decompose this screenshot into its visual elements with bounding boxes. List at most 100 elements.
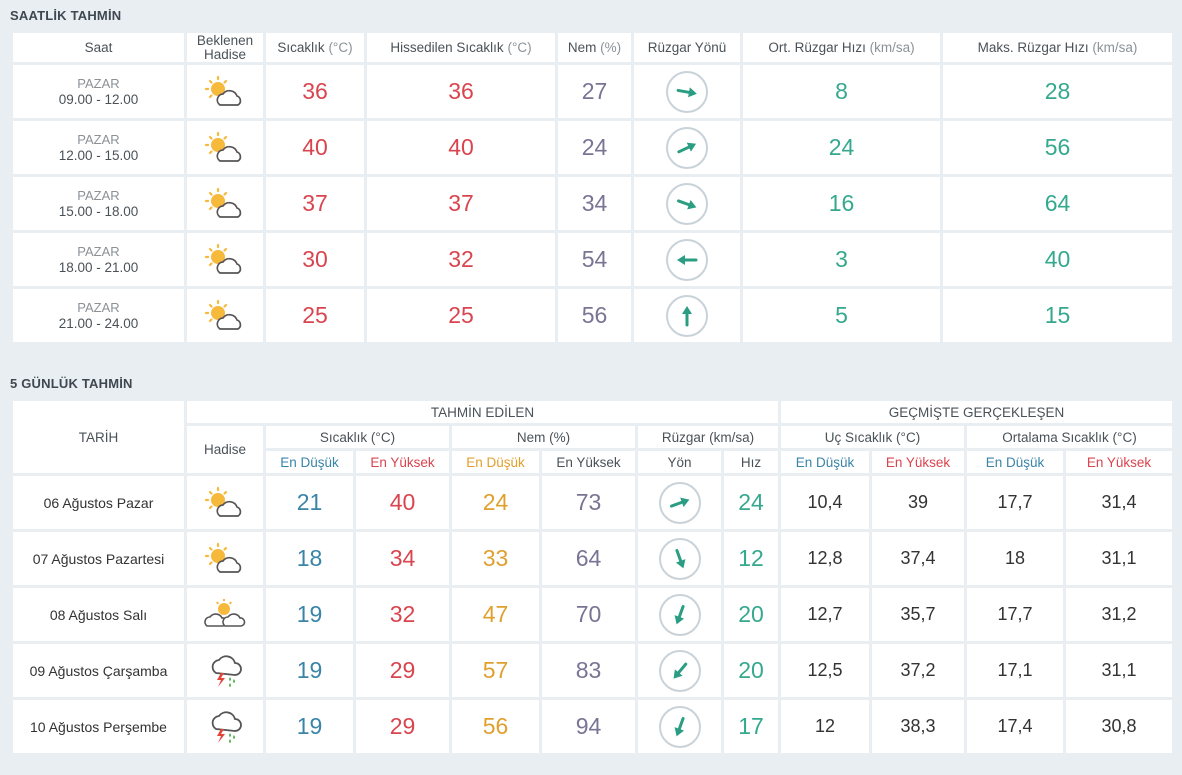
wind-direction-icon bbox=[666, 294, 708, 337]
header-nem-label: Nem bbox=[567, 40, 597, 55]
header-nem: Nem (%) bbox=[452, 426, 635, 448]
extreme-high-value: 37,2 bbox=[872, 644, 964, 697]
daily-forecast-table: TARİH TAHMİN EDİLEN GEÇMİŞTE GERÇEKLEŞEN… bbox=[10, 398, 1175, 756]
temperature-value: 37 bbox=[266, 177, 364, 230]
wind-speed-value: 17 bbox=[724, 700, 778, 753]
humidity-value: 24 bbox=[558, 121, 631, 174]
date-label: 06 Ağustos Pazar bbox=[13, 476, 184, 529]
feels-like-value: 36 bbox=[367, 65, 555, 118]
wind-speed-value: 12 bbox=[724, 532, 778, 585]
header-gecmiste-gerceklesen: GEÇMİŞTE GERÇEKLEŞEN bbox=[781, 401, 1172, 423]
slot-cell: PAZAR 21.00 - 24.00 bbox=[13, 289, 184, 342]
partly-sunny-icon bbox=[187, 243, 263, 277]
header-ruzgar-yonu: Rüzgar Yönü bbox=[634, 33, 740, 62]
header-hiz: Hız bbox=[724, 451, 778, 473]
humidity-high-value: 83 bbox=[542, 644, 635, 697]
wind-direction-icon bbox=[666, 70, 708, 113]
extreme-high-value: 35,7 bbox=[872, 588, 964, 641]
humidity-high-value: 64 bbox=[542, 532, 635, 585]
header-sicaklik-label: Sıcaklık bbox=[277, 40, 325, 55]
weather-icon-cell bbox=[187, 588, 263, 641]
header-ort-ruzgar-label: Ort. Rüzgar Hızı bbox=[768, 40, 866, 55]
wind-speed-value: 24 bbox=[724, 476, 778, 529]
temp-high-value: 29 bbox=[356, 644, 449, 697]
wind-direction-icon bbox=[658, 593, 701, 636]
hourly-forecast-table: Saat Beklenen Hadise Sıcaklık (°C) Hisse… bbox=[10, 30, 1175, 345]
slot-time: 12.00 - 15.00 bbox=[58, 148, 139, 163]
weather-icon-cell bbox=[187, 532, 263, 585]
slot-cell: PAZAR 12.00 - 15.00 bbox=[13, 121, 184, 174]
average-high-value: 31,2 bbox=[1066, 588, 1172, 641]
daily-row: 08 Ağustos Salı 19 32 47 70 20 12,7 35,7 17,7 31,… bbox=[13, 588, 1172, 641]
feels-like-value: 37 bbox=[367, 177, 555, 230]
average-low-value: 17,7 bbox=[967, 476, 1063, 529]
hourly-row: PAZAR 12.00 - 15.00 40 40 24 24 56 bbox=[13, 121, 1172, 174]
partly-sunny-icon bbox=[187, 299, 263, 333]
slot-day: PAZAR bbox=[77, 132, 120, 147]
weather-icon-cell bbox=[187, 65, 263, 118]
daily-header-row-2: Hadise Sıcaklık (°C) Nem (%) Rüzgar (km/… bbox=[13, 426, 1172, 473]
hourly-header-row: Saat Beklenen Hadise Sıcaklık (°C) Hisse… bbox=[13, 33, 1172, 62]
header-beklenen-hadise: Beklenen Hadise bbox=[187, 33, 263, 62]
header-temp-low: En Düşük bbox=[266, 451, 353, 473]
header-saat: Saat bbox=[13, 33, 184, 62]
temperature-value: 40 bbox=[266, 121, 364, 174]
wind-direction-icon bbox=[658, 649, 701, 692]
wind-speed-value: 20 bbox=[724, 644, 778, 697]
header-nem: Nem (%) bbox=[558, 33, 631, 62]
date-label: 08 Ağustos Salı bbox=[13, 588, 184, 641]
wind-direction-cell bbox=[638, 644, 721, 697]
average-low-value: 17,7 bbox=[967, 588, 1063, 641]
avg-wind-value: 5 bbox=[743, 289, 940, 342]
daily-section-title: 5 GÜNLÜK TAHMİN bbox=[10, 376, 133, 391]
wind-direction-cell bbox=[638, 476, 721, 529]
avg-wind-value: 24 bbox=[743, 121, 940, 174]
wind-direction-cell bbox=[634, 289, 740, 342]
header-maks-ruzgar: Maks. Rüzgar Hızı (km/sa) bbox=[943, 33, 1172, 62]
slot-cell: PAZAR 15.00 - 18.00 bbox=[13, 177, 184, 230]
daily-row: 09 Ağustos Çarşamba 19 29 57 83 20 12,5 37,2 17,… bbox=[13, 644, 1172, 697]
weather-icon-cell bbox=[187, 121, 263, 174]
daily-row: 07 Ağustos Pazartesi 18 34 33 64 12 12,8 37,4 18… bbox=[13, 532, 1172, 585]
slot-time: 09.00 - 12.00 bbox=[58, 92, 139, 107]
header-hum-low: En Düşük bbox=[452, 451, 539, 473]
header-sicaklik-unit: (°C) bbox=[328, 40, 353, 55]
max-wind-value: 56 bbox=[943, 121, 1172, 174]
average-high-value: 31,1 bbox=[1066, 532, 1172, 585]
max-wind-value: 40 bbox=[943, 233, 1172, 286]
max-wind-value: 64 bbox=[943, 177, 1172, 230]
wind-direction-icon bbox=[666, 182, 708, 225]
daily-header-row-1: TARİH TAHMİN EDİLEN GEÇMİŞTE GERÇEKLEŞEN bbox=[13, 401, 1172, 473]
wind-direction-cell bbox=[634, 177, 740, 230]
average-low-value: 17,1 bbox=[967, 644, 1063, 697]
humidity-value: 56 bbox=[558, 289, 631, 342]
date-label: 10 Ağustos Perşembe bbox=[13, 700, 184, 753]
header-nem-unit: (%) bbox=[600, 40, 622, 55]
feels-like-value: 32 bbox=[367, 233, 555, 286]
average-low-value: 17,4 bbox=[967, 700, 1063, 753]
header-tahmin-edilen: TAHMİN EDİLEN bbox=[187, 401, 778, 423]
humidity-value: 27 bbox=[558, 65, 631, 118]
header-hum-high: En Yüksek bbox=[542, 451, 635, 473]
extreme-high-value: 37,4 bbox=[872, 532, 964, 585]
slot-day: PAZAR bbox=[77, 188, 120, 203]
wind-direction-cell bbox=[638, 588, 721, 641]
avg-wind-value: 3 bbox=[743, 233, 940, 286]
wind-direction-cell bbox=[634, 121, 740, 174]
wind-direction-icon bbox=[658, 537, 701, 580]
extreme-low-value: 10,4 bbox=[781, 476, 869, 529]
header-hissedilen: Hissedilen Sıcaklık (°C) bbox=[367, 33, 555, 62]
partly-sunny-icon bbox=[187, 131, 263, 165]
slot-time: 21.00 - 24.00 bbox=[58, 316, 139, 331]
humidity-value: 34 bbox=[558, 177, 631, 230]
header-ruzgar: Rüzgar (km/sa) bbox=[638, 426, 778, 448]
average-high-value: 30,8 bbox=[1066, 700, 1172, 753]
temp-high-value: 29 bbox=[356, 700, 449, 753]
max-wind-value: 15 bbox=[943, 289, 1172, 342]
temp-low-value: 21 bbox=[266, 476, 353, 529]
wind-direction-icon bbox=[658, 705, 701, 748]
date-label: 09 Ağustos Çarşamba bbox=[13, 644, 184, 697]
extreme-high-value: 39 bbox=[872, 476, 964, 529]
extreme-low-value: 12 bbox=[781, 700, 869, 753]
slot-day: PAZAR bbox=[77, 76, 120, 91]
